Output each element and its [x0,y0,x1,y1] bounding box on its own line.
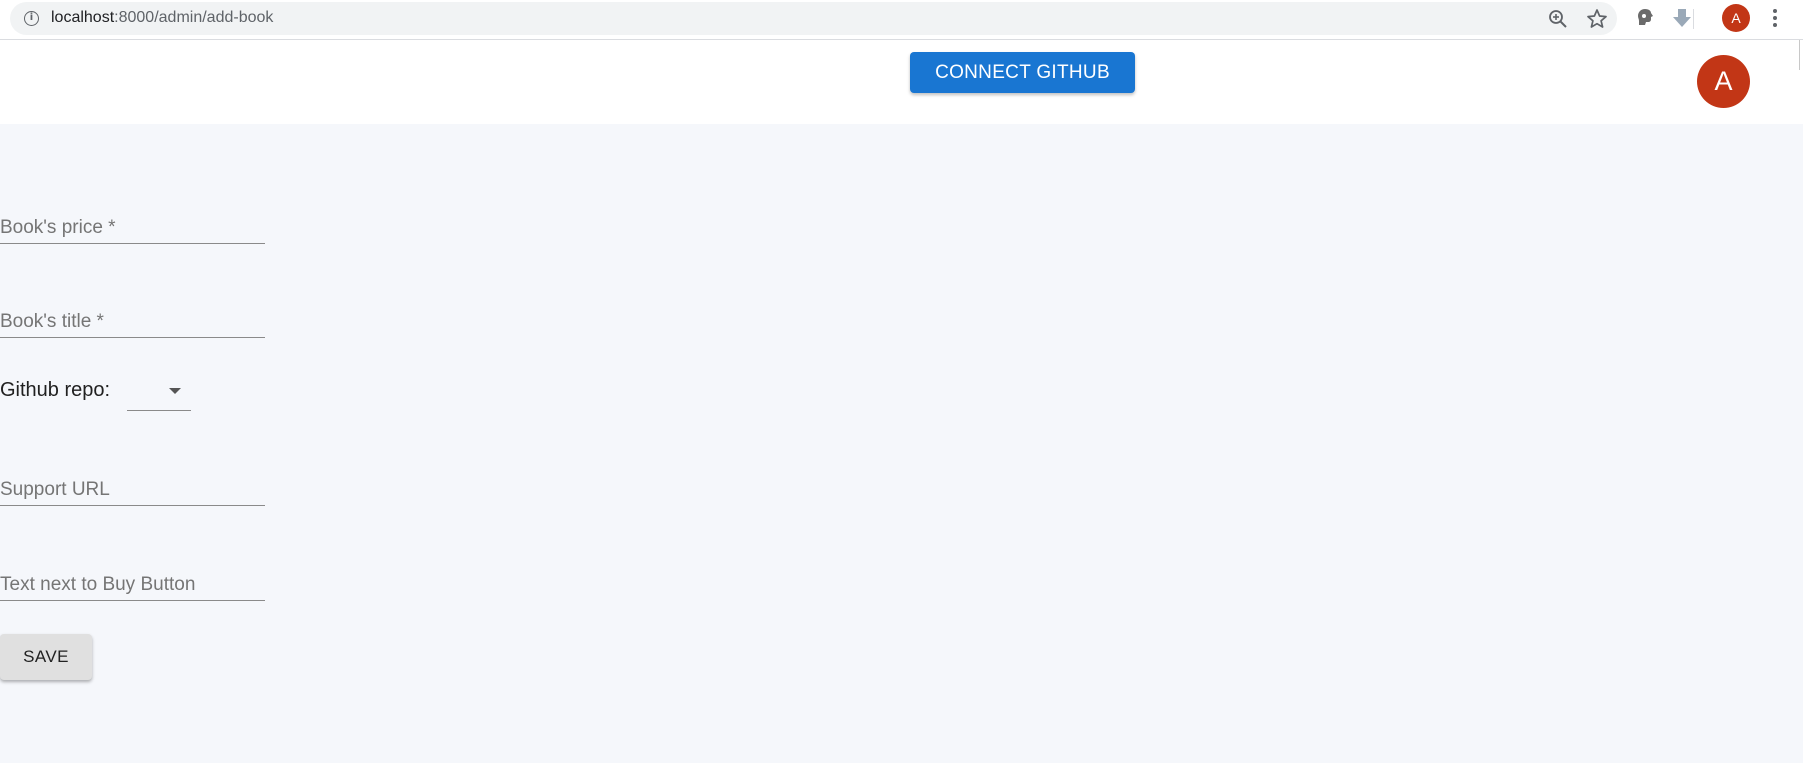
profile-avatar[interactable]: A [1722,4,1750,32]
github-repo-label: Github repo: [0,379,111,401]
dropdown-arrow-icon[interactable] [169,388,181,394]
support-url-input[interactable] [0,476,265,504]
support-url-field[interactable] [0,476,265,506]
url-host: localhost [51,9,115,26]
price-input[interactable] [0,214,265,242]
github-repo-row: Github repo: [0,374,220,412]
browser-toolbar: i localhost:8000/admin/add-book A [0,0,1803,40]
price-field[interactable] [0,214,265,244]
app-header: CONNECT GITHUB A [0,40,1803,124]
extension-icon[interactable] [1633,6,1657,30]
save-button[interactable]: SAVE [0,634,92,680]
scrollbar-edge [1799,40,1800,70]
toolbar-divider [1693,9,1694,29]
info-icon[interactable]: i [24,11,39,26]
title-input[interactable] [0,308,265,336]
url-text[interactable]: localhost:8000/admin/add-book [51,9,273,27]
menu-icon[interactable] [1768,7,1782,29]
connect-github-button[interactable]: CONNECT GITHUB [910,52,1135,93]
star-icon[interactable] [1586,8,1608,30]
buy-text-field[interactable] [0,571,265,601]
zoom-icon[interactable] [1547,8,1569,30]
user-avatar[interactable]: A [1697,55,1750,108]
address-bar[interactable]: i localhost:8000/admin/add-book [10,2,1617,35]
github-repo-select[interactable] [127,374,191,411]
url-path: :8000/admin/add-book [114,9,274,26]
title-field[interactable] [0,308,265,338]
download-icon[interactable] [1670,6,1694,30]
buy-text-input[interactable] [0,571,265,599]
